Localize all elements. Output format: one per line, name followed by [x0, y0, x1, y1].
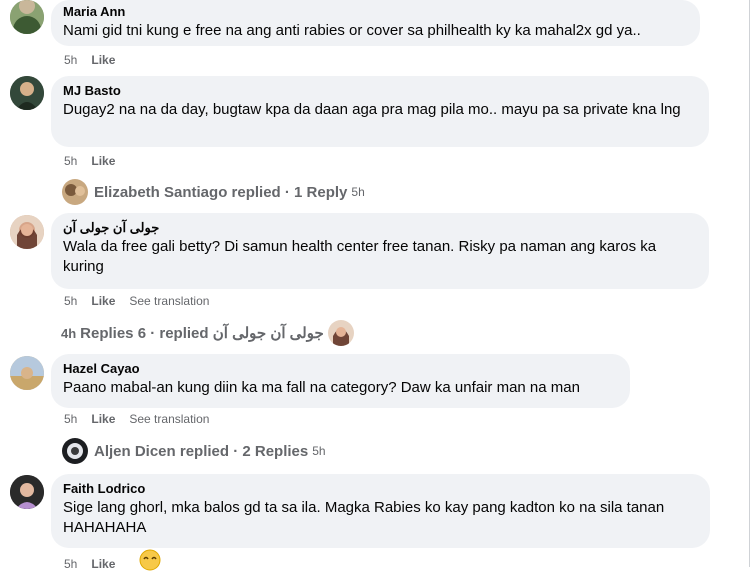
like-button[interactable]: Like [91, 53, 115, 67]
see-translation-link[interactable]: See translation [129, 294, 209, 308]
comment-actions: 5h Like [64, 557, 115, 571]
comment-bubble: MJ Basto Dugay2 na na da day, bugtaw kpa… [51, 76, 709, 147]
avatar-photo-icon [62, 438, 88, 464]
avatar[interactable] [10, 215, 44, 249]
avatar-photo-icon [10, 215, 44, 249]
comment-text: Paano mabal-an kung diin ka ma fall na c… [63, 379, 580, 396]
reply-avatar [62, 438, 88, 464]
comment-bubble: جولی آن جولی آن Wala da free gali betty?… [51, 213, 709, 289]
avatar[interactable] [10, 76, 44, 110]
comment-author[interactable]: MJ Basto [63, 83, 697, 99]
see-translation-link[interactable]: See translation [129, 412, 209, 426]
comment-text: Nami gid tni kung e free na ang anti rab… [63, 22, 641, 39]
avatar-photo-icon [10, 356, 44, 390]
avatar-photo-icon [10, 475, 44, 509]
comment-bubble: Faith Lodrico Sige lang ghorl, mka balos… [51, 474, 710, 548]
laughing-reaction-icon[interactable] [139, 549, 161, 576]
comment-author[interactable]: جولی آن جولی آن [63, 220, 697, 236]
reply-avatar [327, 320, 354, 346]
comment-time[interactable]: 5h [64, 557, 77, 571]
reply-time: 5h [351, 185, 365, 199]
reply-time: 5h [312, 444, 326, 458]
comment-actions: 5h Like See translation [64, 294, 209, 308]
avatar-photo-icon [10, 76, 44, 110]
avatar[interactable] [10, 356, 44, 390]
comment-actions: 5h Like See translation [64, 412, 209, 426]
avatar[interactable] [10, 0, 44, 34]
reply-summary[interactable]: Elizabeth Santiago replied · 1 Reply [94, 184, 347, 201]
comment-bubble: Maria Ann Nami gid tni kung e free na an… [51, 0, 700, 46]
comment-author[interactable]: Faith Lodrico [63, 481, 698, 497]
comment-actions: 5h Like [64, 154, 115, 168]
comment-bubble: Hazel Cayao Paano mabal-an kung diin ka … [51, 354, 630, 408]
comment-text: Wala da free gali betty? Di samun health… [63, 238, 657, 275]
comment-time[interactable]: 5h [64, 412, 77, 426]
comment-actions: 5h Like [64, 53, 115, 67]
like-button[interactable]: Like [91, 412, 115, 426]
comment-author[interactable]: Hazel Cayao [63, 361, 618, 377]
avatar-photo-icon [10, 0, 44, 34]
comment-text: Sige lang ghorl, mka balos gd ta sa ila.… [63, 499, 665, 536]
avatar-photo-icon [62, 179, 88, 205]
comment-text: Dugay2 na na da day, bugtaw kpa da daan … [63, 101, 681, 118]
like-button[interactable]: Like [91, 154, 115, 168]
comment-author[interactable]: Maria Ann [63, 4, 688, 20]
reply-summary[interactable]: Aljen Dicen replied · 2 Replies [94, 443, 308, 460]
reply-summary[interactable]: Replies 6 · replied جولی آن جولی آن [80, 324, 324, 342]
comments-panel: Maria Ann Nami gid tni kung e free na an… [0, 0, 750, 571]
comment-time[interactable]: 5h [64, 294, 77, 308]
view-replies-link[interactable]: Elizabeth Santiago replied · 1 Reply 5h [62, 179, 365, 205]
view-replies-link[interactable]: Aljen Dicen replied · 2 Replies 5h [62, 438, 326, 464]
comment-time[interactable]: 5h [64, 154, 77, 168]
like-button[interactable]: Like [91, 294, 115, 308]
comment-time[interactable]: 5h [64, 53, 77, 67]
avatar[interactable] [10, 475, 44, 509]
like-button[interactable]: Like [91, 557, 115, 571]
reply-avatar [62, 179, 88, 205]
view-replies-link[interactable]: 4h Replies 6 · replied جولی آن جولی آن [61, 320, 354, 346]
avatar-photo-icon [327, 320, 354, 346]
reply-time: 4h [61, 325, 77, 341]
